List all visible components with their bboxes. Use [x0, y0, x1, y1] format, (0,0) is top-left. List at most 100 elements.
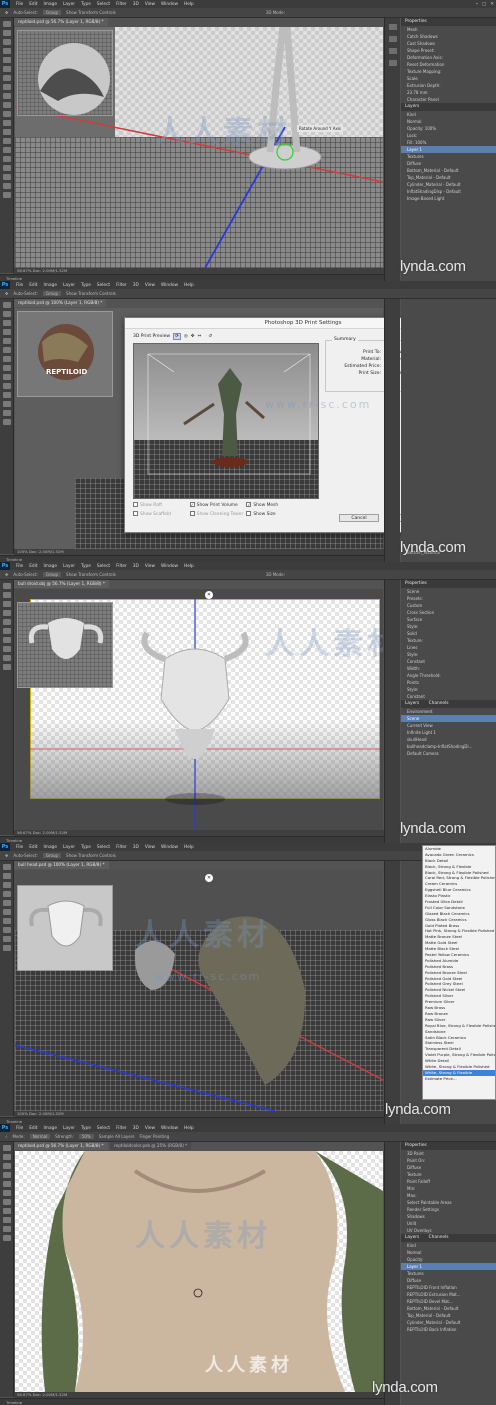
stamp-tool-icon[interactable] [2, 93, 11, 99]
menu-view[interactable]: View [145, 2, 155, 7]
healing-tool-icon[interactable] [2, 75, 11, 81]
layer-row[interactable]: Bottom_Material - Default [401, 167, 496, 174]
panel-row[interactable]: Lines [401, 644, 496, 651]
channels-tab-label[interactable]: Channels [429, 701, 449, 706]
layers-tab[interactable]: Layers Channels [401, 1234, 496, 1242]
hand-tool-icon[interactable] [2, 183, 11, 189]
auto-select-mode[interactable]: Group [42, 10, 62, 15]
panel-row[interactable]: UV Overlays [401, 1227, 496, 1234]
drag-view-icon[interactable]: ✥ [191, 334, 195, 339]
maximize-icon[interactable]: □ [482, 2, 486, 7]
auto-select-label[interactable]: Auto-Select: [13, 10, 38, 15]
menu-select[interactable]: Select [97, 845, 110, 850]
mode-select[interactable]: Normal [29, 1134, 51, 1139]
layers-tab-label[interactable]: Layers [405, 1235, 419, 1240]
eyedropper-tool-icon[interactable] [2, 347, 11, 353]
scene-row[interactable]: Default Camera [401, 750, 496, 757]
menu-help[interactable]: Help [184, 1126, 194, 1131]
move-tool-icon[interactable] [2, 21, 11, 27]
brush-tool-icon[interactable] [2, 619, 11, 625]
pen-tool-icon[interactable] [2, 147, 11, 153]
menu-file[interactable]: File [16, 845, 23, 850]
document-tab[interactable]: reptiloid.psd @ 56.7% (Layer 1, RGB/8) * [14, 18, 108, 26]
panel-row[interactable]: 23.78 mm [401, 89, 496, 96]
scene-row[interactable]: Scene [401, 715, 496, 722]
panel-row[interactable]: Diffuse [401, 1164, 496, 1171]
panel-row[interactable]: Fill: 100% [401, 139, 496, 146]
show-scaffold-checkbox[interactable]: Show Scaffold [133, 511, 190, 517]
panel-row[interactable]: Mesh [401, 26, 496, 33]
hand-tool-icon[interactable] [2, 655, 11, 661]
menu-filter[interactable]: Filter [116, 564, 127, 569]
menu-filter[interactable]: Filter [116, 845, 127, 850]
layers-tab[interactable]: Layers Channels [401, 700, 496, 708]
channels-tab-label[interactable]: Channels [429, 1235, 449, 1240]
brush-tool-icon[interactable] [2, 356, 11, 362]
menu-type[interactable]: Type [81, 845, 91, 850]
show-mesh-checkbox[interactable]: ✓ Show Mesh [246, 502, 303, 508]
panel-row[interactable]: Reset Deformation [401, 61, 496, 68]
menu-layer[interactable]: Layer [63, 564, 75, 569]
marquee-tool-icon[interactable] [2, 311, 11, 317]
type-tool-icon[interactable] [2, 927, 11, 933]
lasso-tool-icon[interactable] [2, 320, 11, 326]
lasso-tool-icon[interactable] [2, 1163, 11, 1169]
menu-edit[interactable]: Edit [29, 845, 37, 850]
panel-row[interactable]: Opacity: 100% [401, 125, 496, 132]
panel-row[interactable]: Max: [401, 1192, 496, 1199]
crop-tool-icon[interactable] [2, 610, 11, 616]
menu-image[interactable]: Image [44, 283, 57, 288]
show-size-checkbox[interactable]: Show Size [246, 511, 303, 517]
menu-view[interactable]: View [145, 845, 155, 850]
gradient-tool-icon[interactable] [2, 120, 11, 126]
layer-row[interactable]: REPTILOID Back Inflation [401, 1326, 496, 1333]
menu-filter[interactable]: Filter [116, 2, 127, 7]
menu-file[interactable]: File [16, 283, 23, 288]
move-tool-icon[interactable]: ✥ [5, 10, 8, 15]
menu-select[interactable]: Select [97, 564, 110, 569]
3d-secondary-view[interactable]: REPTILOID [17, 311, 113, 397]
show-print-volume-checkbox[interactable]: ✓ Show Print Volume [189, 502, 247, 508]
eyedropper-tool-icon[interactable] [2, 66, 11, 72]
pen-tool-icon[interactable] [2, 918, 11, 924]
quick-select-tool-icon[interactable] [2, 329, 11, 335]
hand-tool-icon[interactable] [2, 1226, 11, 1232]
material-option[interactable]: Royal Blue, Strong & Flexible Polished [423, 1023, 495, 1029]
layer-row[interactable]: Top_Material - Default [401, 1312, 496, 1319]
shape-tool-icon[interactable] [2, 174, 11, 180]
material-option[interactable]: White, Strong & Flexible Polished [423, 1064, 495, 1070]
layer-row[interactable]: InflatShadingDisp - Default [401, 188, 496, 195]
document-tab[interactable]: reptiloid.psd @ 56.7% (Layer 1, RGB/8) * [14, 1142, 108, 1150]
layers-tab[interactable]: Layers [401, 103, 496, 111]
layer-row[interactable]: Textures [401, 153, 496, 160]
quick-select-tool-icon[interactable] [2, 48, 11, 54]
menu-help[interactable]: Help [184, 845, 194, 850]
crop-tool-icon[interactable] [2, 891, 11, 897]
panel-title[interactable]: Properties [401, 1142, 496, 1150]
eraser-tool-icon[interactable] [2, 374, 11, 380]
panel-row[interactable]: Normal [401, 118, 496, 125]
zoom-tool-icon[interactable] [2, 1235, 11, 1241]
roll-view-icon[interactable]: ◎ [184, 334, 188, 339]
layer-row[interactable]: Cylinder_Material - Default [401, 181, 496, 188]
menu-edit[interactable]: Edit [29, 1126, 37, 1131]
panel-row[interactable]: Min: [401, 1185, 496, 1192]
3d-secondary-view[interactable] [17, 30, 113, 116]
menu-file[interactable]: File [16, 564, 23, 569]
zoom-tool-icon[interactable] [2, 945, 11, 951]
layer-row[interactable]: REPTILOID Bevel Mat... [401, 1298, 496, 1305]
menu-select[interactable]: Select [97, 283, 110, 288]
menu-edit[interactable]: Edit [29, 564, 37, 569]
character-panel-icon[interactable] [388, 48, 397, 54]
menu-select[interactable]: Select [97, 1126, 110, 1131]
cancel-button[interactable]: Cancel [339, 514, 379, 522]
panel-row[interactable]: Cross Section [401, 609, 496, 616]
menu-image[interactable]: Image [44, 564, 57, 569]
document-tab[interactable]: bull head.psd @ 100% (Layer 1, RGB/8) * [14, 861, 109, 869]
sample-all-layers-checkbox[interactable]: Sample All Layers [99, 1134, 135, 1139]
marquee-tool-icon[interactable] [2, 592, 11, 598]
panel-row[interactable]: Catch Shadows [401, 33, 496, 40]
timeline-tab[interactable]: Timeline [0, 1398, 384, 1405]
panel-row[interactable]: Surface [401, 616, 496, 623]
history-brush-icon[interactable] [2, 102, 11, 108]
